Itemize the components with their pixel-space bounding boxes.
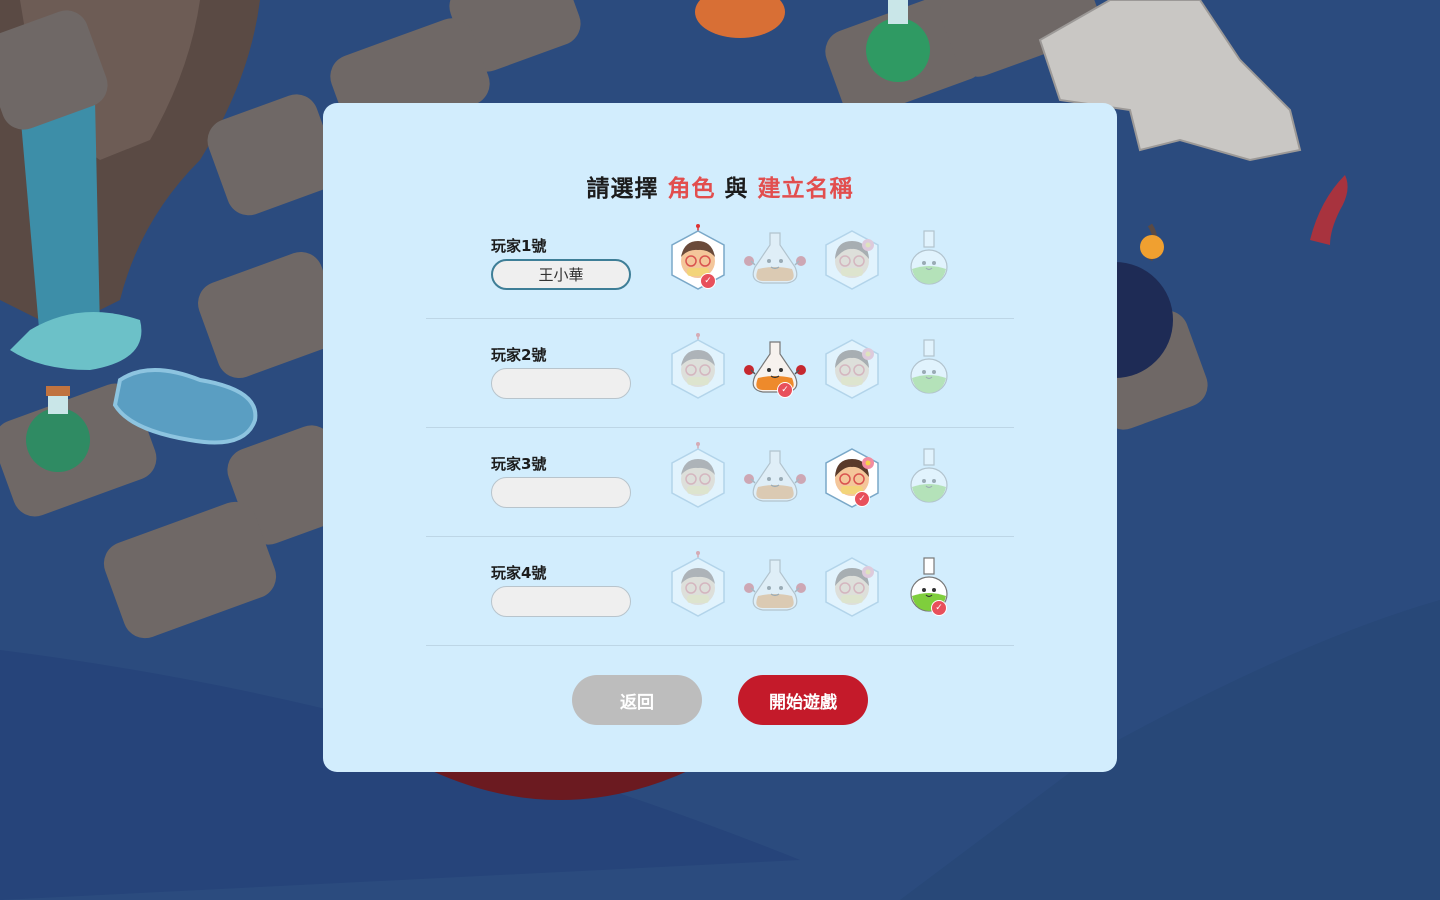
- dialog-title: 請選擇 角色 與 建立名稱: [323, 169, 1117, 203]
- green-flask-icon[interactable]: [897, 223, 961, 293]
- green-flask-icon[interactable]: ✓: [897, 550, 961, 620]
- title-text-2: 與: [715, 176, 758, 202]
- player-row-2: 玩家2號 ✓: [426, 318, 1014, 428]
- flower-girl-icon[interactable]: ✓: [820, 441, 884, 511]
- flower-girl-icon[interactable]: [820, 550, 884, 620]
- player-label: 玩家2號: [491, 346, 547, 364]
- back-button[interactable]: 返回: [572, 675, 702, 725]
- player-name-input[interactable]: [491, 368, 631, 399]
- character-select-dialog: 請選擇 角色 與 建立名稱 玩家1號 ✓ 玩家2號: [323, 103, 1117, 772]
- selected-check-icon: ✓: [931, 600, 947, 616]
- glasses-boy-icon[interactable]: ✓: [666, 223, 730, 293]
- player-name-input[interactable]: [491, 586, 631, 617]
- selected-check-icon: ✓: [700, 273, 716, 289]
- player-label: 玩家4號: [491, 564, 547, 582]
- title-highlight-character: 角色: [667, 176, 716, 202]
- flask-mascot-icon[interactable]: [743, 550, 807, 620]
- player-label: 玩家3號: [491, 455, 547, 473]
- player-name-input[interactable]: [491, 259, 631, 290]
- flask-mascot-icon[interactable]: [743, 223, 807, 293]
- green-flask-icon[interactable]: [897, 441, 961, 511]
- player-label: 玩家1號: [491, 237, 547, 255]
- player-row-1: 玩家1號 ✓: [426, 209, 1014, 319]
- selected-check-icon: ✓: [854, 491, 870, 507]
- flower-girl-icon[interactable]: [820, 332, 884, 402]
- glasses-boy-icon[interactable]: [666, 550, 730, 620]
- flask-mascot-icon[interactable]: [743, 441, 807, 511]
- title-highlight-name: 建立名稱: [757, 176, 854, 202]
- player-row-4: 玩家4號 ✓: [426, 536, 1014, 646]
- start-game-button[interactable]: 開始遊戲: [738, 675, 868, 725]
- selected-check-icon: ✓: [777, 382, 793, 398]
- glasses-boy-icon[interactable]: [666, 332, 730, 402]
- title-text-1: 請選擇: [586, 176, 668, 202]
- player-name-input[interactable]: [491, 477, 631, 508]
- green-flask-icon[interactable]: [897, 332, 961, 402]
- player-row-3: 玩家3號 ✓: [426, 427, 1014, 537]
- flower-girl-icon[interactable]: [820, 223, 884, 293]
- glasses-boy-icon[interactable]: [666, 441, 730, 511]
- flask-mascot-icon[interactable]: ✓: [743, 332, 807, 402]
